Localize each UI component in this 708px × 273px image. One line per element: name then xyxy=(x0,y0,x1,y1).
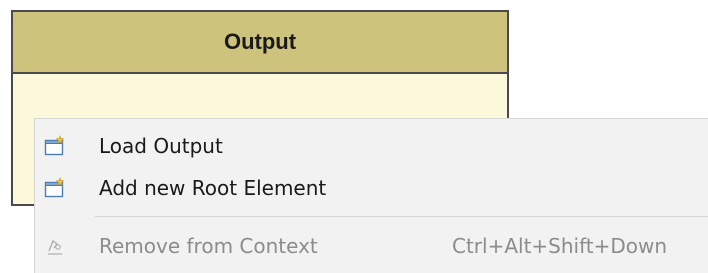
remove-icon xyxy=(43,234,67,258)
new-element-icon xyxy=(43,134,67,158)
menu-separator xyxy=(95,216,708,217)
menu-item-label: Load Output xyxy=(99,134,223,158)
context-menu: Load Output Add new Root Element Remove … xyxy=(34,118,708,273)
menu-item-add-root-element[interactable]: Add new Root Element xyxy=(35,168,708,208)
output-panel-header[interactable]: Output xyxy=(13,12,507,74)
menu-item-label: Remove from Context xyxy=(99,234,318,258)
output-panel-title: Output xyxy=(223,29,297,54)
new-element-icon xyxy=(43,176,67,200)
menu-item-shortcut: Ctrl+Alt+Shift+Down xyxy=(452,234,668,258)
menu-item-label: Add new Root Element xyxy=(99,176,327,200)
menu-item-remove-from-context[interactable]: Remove from Context Ctrl+Alt+Shift+Down xyxy=(35,226,708,266)
menu-item-load-output[interactable]: Load Output xyxy=(35,126,708,166)
